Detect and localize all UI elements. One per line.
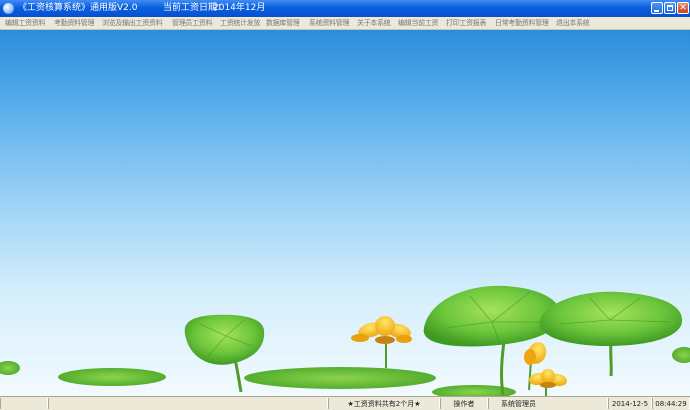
status-panel-empty	[0, 398, 48, 409]
status-panel-empty	[48, 398, 328, 409]
desktop-background	[0, 30, 690, 396]
status-message: ★工资资料共有2个月★	[328, 398, 440, 409]
menu-bar: 编辑工资资料 考勤资料管理 浏览及输出工资资料 管理员工资料 工资统计发放 数据…	[0, 17, 690, 30]
menu-employees[interactable]: 管理员工资料	[172, 18, 213, 28]
lily-pad	[672, 347, 690, 363]
maximize-icon	[667, 5, 673, 11]
close-button[interactable]: ✕	[677, 2, 689, 14]
operator-label: 操作者	[440, 398, 488, 409]
lotus-stem	[609, 341, 613, 377]
status-bar: ★工资资料共有2个月★ 操作者 系统管理员 2014-12-5 08:44:29	[0, 396, 690, 410]
status-time: 08:44:29	[652, 398, 690, 409]
lotus-leaf	[184, 314, 265, 365]
current-date-value: 2014年12月	[213, 3, 266, 13]
menu-print-report[interactable]: 打印工资报表	[446, 18, 487, 28]
lily-pad	[244, 367, 436, 389]
window-title: 《工资核算系统》通用版V2.0	[18, 3, 138, 13]
menu-statistics[interactable]: 工资统计发放	[220, 18, 261, 28]
menu-daily-attendance[interactable]: 日常考勤资料管理	[495, 18, 549, 28]
close-icon: ✕	[679, 3, 687, 13]
app-window: 《工资核算系统》通用版V2.0 当前工资日期： 2014年12月 ✕ 编辑工资资…	[0, 0, 690, 410]
menu-attendance[interactable]: 考勤资料管理	[54, 18, 95, 28]
minimize-icon	[654, 10, 659, 12]
menu-browse-output[interactable]: 浏览及输出工资资料	[102, 18, 163, 28]
minimize-button[interactable]	[651, 2, 663, 14]
lily-pad	[0, 361, 20, 375]
lotus-flower	[524, 342, 547, 365]
status-date: 2014-12-5	[608, 398, 652, 409]
menu-exit[interactable]: 退出本系统	[556, 18, 590, 28]
lotus-pond-illustration	[0, 285, 690, 396]
menu-about[interactable]: 关于本系统	[357, 18, 391, 28]
app-icon[interactable]	[3, 3, 14, 14]
menu-database[interactable]: 数据库管理	[266, 18, 300, 28]
operator-value: 系统管理员	[488, 398, 608, 409]
maximize-button[interactable]	[664, 2, 676, 14]
menu-system-data[interactable]: 系统资料管理	[309, 18, 350, 28]
lotus-leaf	[423, 285, 561, 347]
menu-edit-current[interactable]: 编辑当前工资	[398, 18, 439, 28]
lotus-flower	[351, 316, 412, 344]
lotus-flower	[529, 369, 567, 388]
menu-edit-salary[interactable]: 编辑工资资料	[5, 18, 46, 28]
lily-pad	[58, 368, 166, 386]
title-bar[interactable]: 《工资核算系统》通用版V2.0 当前工资日期： 2014年12月 ✕	[0, 0, 690, 17]
